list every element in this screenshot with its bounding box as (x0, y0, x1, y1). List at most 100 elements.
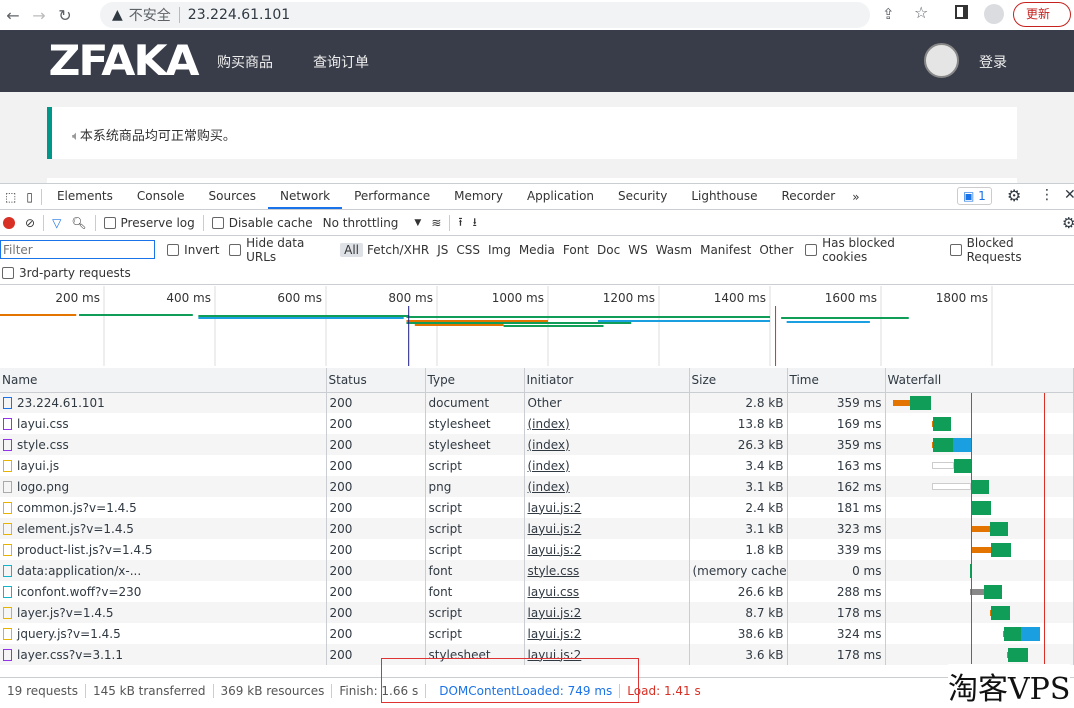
column-status[interactable]: Status (326, 368, 426, 393)
login-link[interactable]: 登录 (979, 52, 1007, 72)
filter-icon[interactable]: ▽ (52, 216, 61, 230)
tab-application[interactable]: Application (515, 184, 606, 209)
filter-type-font[interactable]: Font (559, 243, 593, 257)
user-avatar[interactable] (924, 43, 959, 78)
more-tabs-icon[interactable]: » (852, 190, 859, 204)
tab-console[interactable]: Console (125, 184, 197, 209)
export-har-icon[interactable]: ⭳ (473, 213, 477, 234)
search-icon[interactable]: 🔍︎ (71, 216, 86, 230)
column-size[interactable]: Size (689, 368, 788, 393)
site-logo[interactable]: ZFAKA (48, 36, 199, 85)
network-settings-icon[interactable]: ⚙ (1062, 214, 1074, 232)
table-row[interactable]: layer.js?v=1.4.5 200 script layui.js:2 8.7 k… (0, 602, 1074, 623)
nav-query-order[interactable]: 查询订单 (313, 52, 369, 72)
checkbox[interactable] (2, 267, 14, 279)
address-bar[interactable]: ▲ 不安全 23.224.61.101 (100, 2, 870, 28)
blocked-requests-checkbox[interactable]: Blocked Requests (949, 236, 1069, 264)
star-icon[interactable]: ☆ (914, 3, 928, 22)
checkbox[interactable] (949, 243, 962, 256)
tab-performance[interactable]: Performance (342, 184, 442, 209)
column-initiator[interactable]: Initiator (524, 368, 690, 393)
table-row[interactable]: element.js?v=1.4.5 200 script layui.js:2 3.1… (0, 518, 1074, 539)
waterfall-cell (885, 455, 1074, 476)
tab-elements[interactable]: Elements (45, 184, 125, 209)
preserve-log-checkbox[interactable]: Preserve log (103, 216, 195, 230)
column-name[interactable]: Name (0, 368, 327, 393)
network-overview-timeline[interactable]: 200 ms 400 ms 600 ms 800 ms 1000 ms 1200 ms 14… (0, 286, 1074, 366)
checkbox[interactable] (103, 217, 116, 229)
nav-buy[interactable]: 购买商品 (217, 52, 273, 72)
cell-initiator[interactable]: layui.js:2 (524, 497, 690, 518)
tab-lighthouse[interactable]: Lighthouse (679, 184, 769, 209)
column-time[interactable]: Time (787, 368, 886, 393)
issues-badge[interactable]: ▣ 1 (957, 187, 992, 205)
more-options-icon[interactable]: ⋮ (1040, 187, 1054, 203)
filter-type-js[interactable]: JS (433, 243, 452, 257)
cell-initiator[interactable]: layui.js:2 (524, 623, 690, 644)
reload-icon[interactable]: ↻ (52, 6, 78, 25)
tab-recorder[interactable]: Recorder (769, 184, 847, 209)
checkbox[interactable] (211, 217, 224, 229)
record-icon[interactable] (3, 217, 15, 229)
cell-initiator[interactable]: style.css (524, 560, 690, 581)
tab-network[interactable]: Network (268, 184, 343, 209)
checkbox[interactable] (229, 243, 242, 256)
settings-icon[interactable]: ⚙ (1007, 186, 1021, 205)
cell-initiator[interactable]: (index) (524, 413, 690, 434)
filter-type-manifest[interactable]: Manifest (696, 243, 755, 257)
update-button[interactable]: 更新 (1013, 2, 1071, 27)
close-icon[interactable]: ✕ (1064, 187, 1074, 203)
checkbox[interactable] (167, 243, 180, 256)
cell-initiator[interactable]: (index) (524, 434, 690, 455)
tab-memory[interactable]: Memory (442, 184, 515, 209)
filter-type-img[interactable]: Img (484, 243, 515, 257)
sidebar-icon[interactable] (955, 5, 968, 19)
cell-initiator[interactable]: layui.js:2 (524, 602, 690, 623)
filter-type-media[interactable]: Media (515, 243, 559, 257)
network-conditions-icon[interactable]: ≋ (431, 216, 441, 230)
table-row[interactable]: style.css 200 stylesheet (index) 26.3 kB 359 … (0, 434, 1074, 455)
table-row[interactable]: product-list.js?v=1.4.5 200 script layui.js… (0, 539, 1074, 560)
disable-cache-checkbox[interactable]: Disable cache (211, 216, 313, 230)
table-row[interactable]: layui.css 200 stylesheet (index) 13.8 kB 169 … (0, 413, 1074, 434)
column-type[interactable]: Type (425, 368, 525, 393)
hide-data-urls-checkbox[interactable]: Hide data URLs (229, 236, 335, 264)
back-icon[interactable]: ← (0, 6, 26, 25)
forward-icon[interactable]: → (26, 6, 52, 25)
filter-type-ws[interactable]: WS (624, 243, 651, 257)
checkbox[interactable] (805, 243, 818, 256)
import-har-icon[interactable]: ⭱ (458, 213, 462, 234)
column-waterfall[interactable]: Waterfall (885, 368, 1074, 393)
inspect-icon[interactable]: ⬚ (5, 190, 16, 204)
device-toggle-icon[interactable]: ▯ (26, 190, 33, 204)
filter-type-wasm[interactable]: Wasm (652, 243, 696, 257)
initiator-text: layui.js:2 (527, 626, 582, 641)
filter-type-other[interactable]: Other (755, 243, 797, 257)
has-blocked-cookies-checkbox[interactable]: Has blocked cookies (805, 236, 940, 264)
table-row[interactable]: layui.js 200 script (index) 3.4 kB 163 ms (0, 455, 1074, 476)
filter-type-all[interactable]: All (340, 242, 364, 257)
table-row[interactable]: logo.png 200 png (index) 3.1 kB 162 ms (0, 476, 1074, 497)
cell-initiator[interactable]: layui.css (524, 581, 690, 602)
filter-type-doc[interactable]: Doc (593, 243, 624, 257)
cell-initiator[interactable]: (index) (524, 455, 690, 476)
filter-input[interactable] (0, 240, 156, 259)
cell-initiator[interactable]: layui.js:2 (524, 539, 690, 560)
filter-type-css[interactable]: CSS (452, 243, 484, 257)
table-row[interactable]: 23.224.61.101 200 document Other 2.8 kB 359 m… (0, 392, 1074, 413)
cell-initiator[interactable]: layui.js:2 (524, 518, 690, 539)
filter-type-fetch-xhr[interactable]: Fetch/XHR (363, 243, 433, 257)
third-party-checkbox[interactable]: 3rd-party requests (2, 266, 131, 280)
table-row[interactable]: iconfont.woff?v=230 200 font layui.css 26.6 … (0, 581, 1074, 602)
table-row[interactable]: data:application/x-... 200 font style.css (m… (0, 560, 1074, 581)
invert-checkbox[interactable]: Invert (167, 243, 219, 257)
table-row[interactable]: jquery.js?v=1.4.5 200 script layui.js:2 38.6… (0, 623, 1074, 644)
cell-initiator[interactable]: (index) (524, 476, 690, 497)
clear-icon[interactable]: ⊘ (25, 216, 35, 230)
tab-security[interactable]: Security (606, 184, 679, 209)
share-icon[interactable]: ⇪ (882, 5, 895, 23)
table-row[interactable]: common.js?v=1.4.5 200 script layui.js:2 2.4 … (0, 497, 1074, 518)
profile-avatar[interactable] (984, 4, 1004, 24)
tab-sources[interactable]: Sources (197, 184, 268, 209)
throttling-select[interactable]: No throttling ▼ (323, 216, 422, 230)
